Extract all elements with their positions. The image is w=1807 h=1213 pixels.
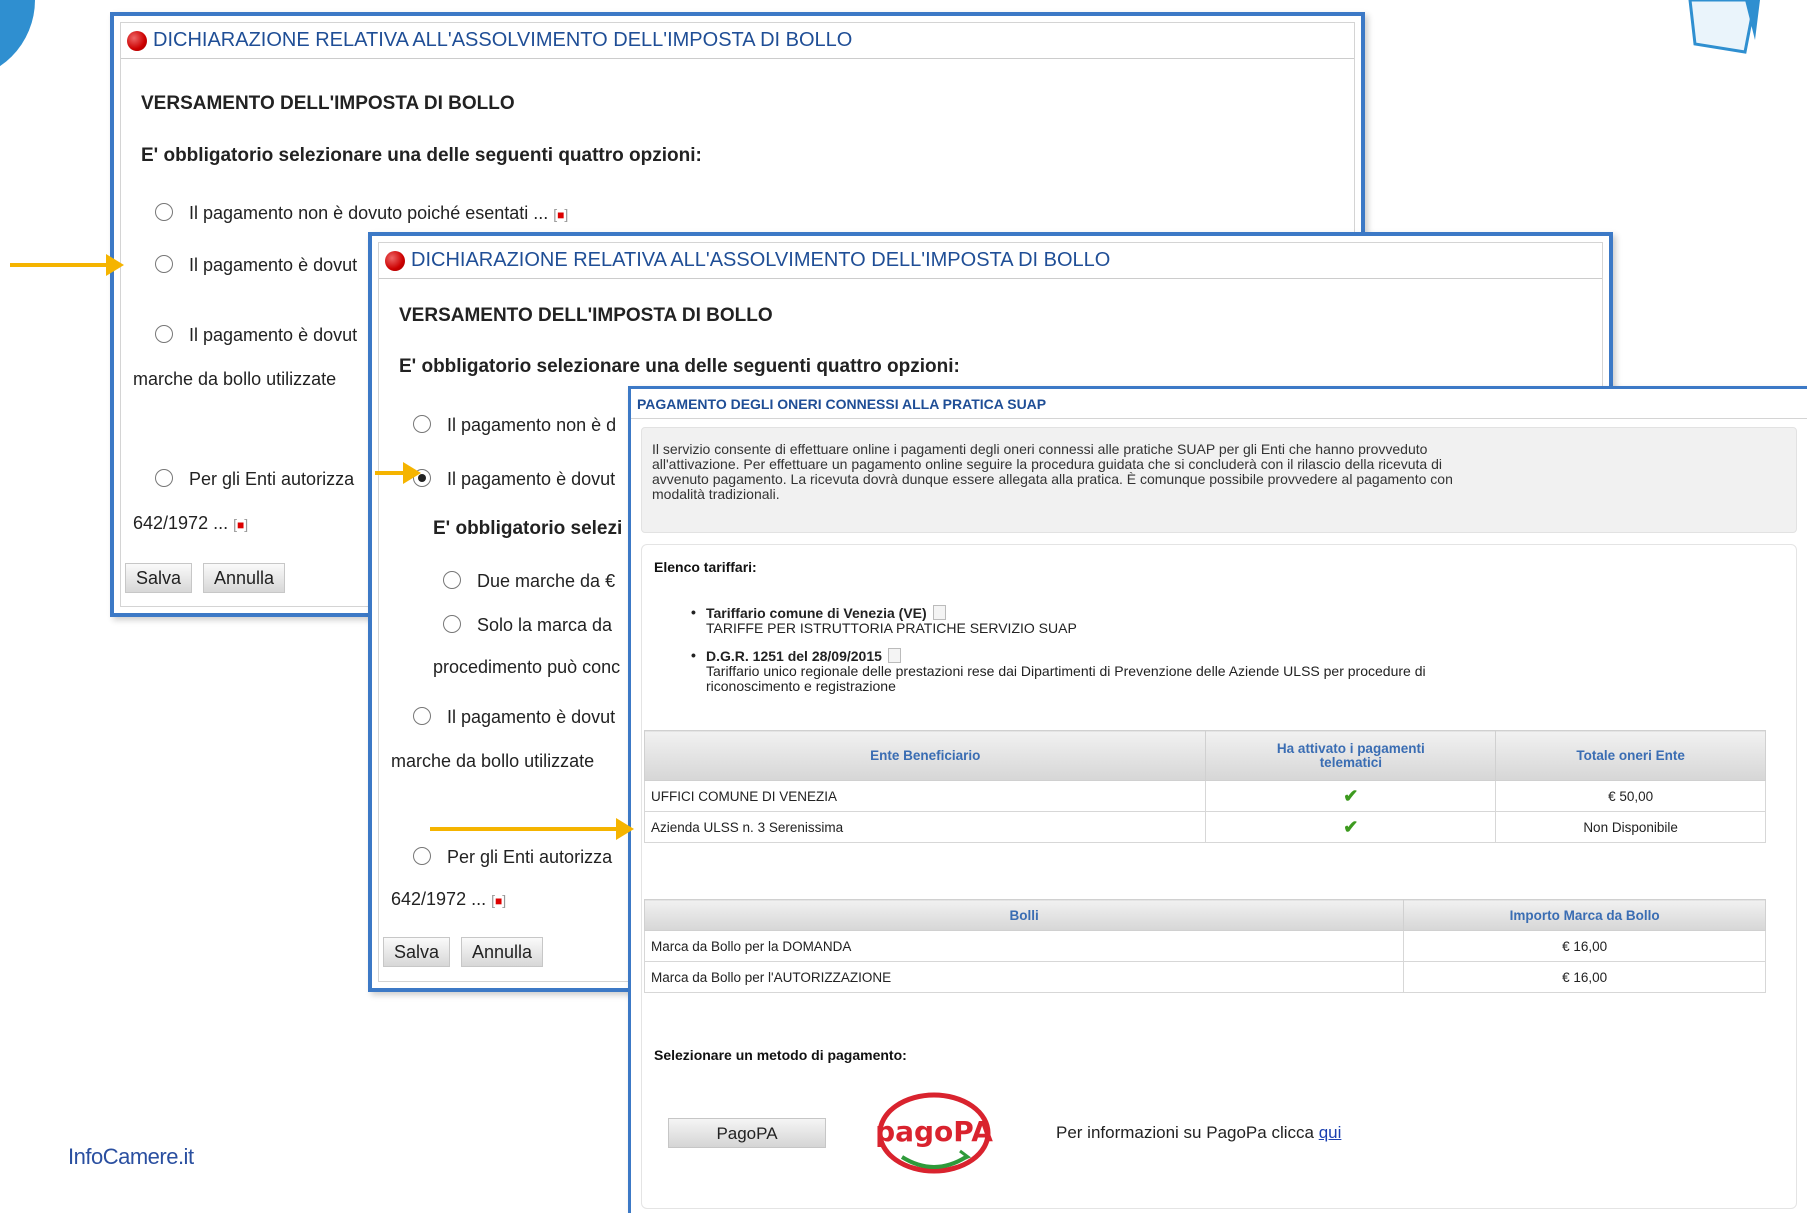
totale-cell: Non Disponibile	[1495, 811, 1766, 843]
save-button[interactable]: Salva	[125, 563, 193, 593]
option-label-3: Il pagamento è dovut	[447, 707, 616, 727]
status-dot-icon	[127, 30, 147, 51]
option-radio-4[interactable]	[413, 847, 431, 865]
table-header-row: Ente Beneficiario Ha attivato i pagament…	[643, 730, 1766, 781]
law-reference: 642/1972 ... [■]	[133, 513, 249, 533]
arrow-pointer-2	[375, 462, 421, 484]
bollo-cell: Marca da Bollo per la DOMANDA	[643, 930, 1405, 962]
elenco-label: Elenco tariffari:	[654, 559, 757, 575]
marche-text: marche da bollo utilizzate	[391, 751, 595, 771]
check-icon: ✔	[1205, 780, 1497, 812]
col-ente: Ente Beneficiario	[643, 730, 1207, 781]
intro-line-3: avvenuto pagamento. La ricevuta dovrà du…	[652, 471, 1453, 487]
bolli-table: Bolli Importo Marca da Bollo Marca da Bo…	[643, 899, 1766, 993]
sub-option-label-2: Solo la marca da	[477, 615, 613, 635]
table-header-row: Bolli Importo Marca da Bollo	[643, 899, 1766, 931]
option-label-4: Per gli Enti autorizza	[189, 469, 355, 489]
col-totale: Totale oneri Ente	[1495, 730, 1766, 781]
folder-icon	[1688, 0, 1760, 54]
sub-instruction: E' obbligatorio selezi	[433, 518, 623, 539]
check-icon: ✔	[1205, 811, 1497, 843]
option-label-1: Il pagamento non è d	[447, 415, 617, 435]
panel-header-text: DICHIARAZIONE RELATIVA ALL'ASSOLVIMENTO …	[411, 249, 1111, 271]
option-label-2: Il pagamento è dovut	[447, 469, 616, 489]
document-icon[interactable]	[932, 605, 946, 620]
table-row: Marca da Bollo per l'AUTORIZZAZIONE € 16…	[643, 961, 1766, 993]
procedimento-text: procedimento può conc	[433, 657, 621, 677]
option-radio-1[interactable]	[413, 415, 431, 433]
instruction-text: E' obbligatorio selezionare una delle se…	[141, 145, 702, 166]
intro-box: Il servizio consente di effettuare onlin…	[641, 427, 1797, 533]
cancel-button[interactable]: Annulla	[461, 937, 544, 967]
intro-line-2: all'attivazione. Per effettuare un pagam…	[652, 456, 1443, 472]
arrow-pointer-3	[430, 818, 634, 840]
col-importo: Importo Marca da Bollo	[1403, 899, 1766, 931]
panel-header-text: DICHIARAZIONE RELATIVA ALL'ASSOLVIMENTO …	[153, 29, 853, 51]
option-label-3: Il pagamento è dovut	[189, 325, 358, 345]
sub-option-label-1: Due marche da €	[477, 571, 616, 591]
marche-text: marche da bollo utilizzate	[133, 369, 337, 389]
ente-cell: UFFICI COMUNE DI VENEZIA	[643, 780, 1207, 812]
intro-line-1: Il servizio consente di effettuare onlin…	[652, 441, 1428, 457]
option-label-4: Per gli Enti autorizza	[447, 847, 613, 867]
ente-cell: Azienda ULSS n. 3 Serenissima	[643, 811, 1207, 843]
option-radio-3[interactable]	[413, 707, 431, 725]
save-button[interactable]: Salva	[383, 937, 451, 967]
instruction-text: E' obbligatorio selezionare una delle se…	[399, 356, 960, 377]
tariff-title-2[interactable]: D.G.R. 1251 del 28/09/2015	[706, 648, 882, 664]
arrow-pointer-1	[10, 254, 124, 276]
required-marker-icon: [■]	[233, 516, 249, 532]
payment-method-label: Selezionare un metodo di pagamento:	[654, 1047, 907, 1063]
totale-cell: € 50,00	[1495, 780, 1766, 812]
importo-cell: € 16,00	[1403, 930, 1766, 962]
pagopa-logo: pagoPA	[875, 1092, 993, 1174]
sub-option-radio-2[interactable]	[443, 615, 461, 633]
table-row: UFFICI COMUNE DI VENEZIA ✔ € 50,00	[643, 780, 1766, 812]
option-radio-3[interactable]	[155, 325, 173, 343]
footer-brand: InfoCamere.it	[68, 1144, 194, 1169]
tariff-item-2: • D.G.R. 1251 del 28/09/2015 Tariffario …	[691, 647, 1426, 694]
cancel-button[interactable]: Annulla	[203, 563, 286, 593]
tariff-item-1: • Tariffario comune di Venezia (VE) TARI…	[691, 604, 1077, 636]
suap-payment-panel: PAGAMENTO DEGLI ONERI CONNESSI ALLA PRAT…	[628, 386, 1807, 1213]
document-icon[interactable]	[887, 648, 901, 663]
option-label-1: Il pagamento non è dovuto poiché esentat…	[189, 203, 569, 223]
col-bolli: Bolli	[643, 899, 1405, 931]
table-row: Marca da Bollo per la DOMANDA € 16,00	[643, 930, 1766, 962]
panel-header: DICHIARAZIONE RELATIVA ALL'ASSOLVIMENTO …	[121, 23, 1354, 59]
option-radio-1[interactable]	[155, 203, 173, 221]
law-reference: 642/1972 ... [■]	[391, 889, 507, 909]
bollo-cell: Marca da Bollo per l'AUTORIZZAZIONE	[643, 961, 1405, 993]
importo-cell: € 16,00	[1403, 961, 1766, 993]
panel-header: DICHIARAZIONE RELATIVA ALL'ASSOLVIMENTO …	[379, 243, 1602, 279]
col-attivato: Ha attivato i pagamenti telematici	[1205, 730, 1497, 781]
tariff-title-1[interactable]: Tariffario comune di Venezia (VE)	[706, 605, 927, 621]
svg-text:pagoPA: pagoPA	[875, 1115, 993, 1148]
enti-table: Ente Beneficiario Ha attivato i pagament…	[643, 730, 1766, 843]
option-label-2: Il pagamento è dovut	[189, 255, 358, 275]
pagopa-button[interactable]: PagoPA	[668, 1118, 826, 1148]
status-dot-icon	[385, 250, 405, 271]
intro-line-4: modalità tradizionali.	[652, 486, 780, 502]
tariff-desc-2: Tariffario unico regionale delle prestaz…	[706, 663, 1426, 679]
pagopa-info: Per informazioni su PagoPa clicca qui	[1056, 1123, 1342, 1142]
option-radio-2[interactable]	[155, 255, 173, 273]
table-row: Azienda ULSS n. 3 Serenissima ✔ Non Disp…	[643, 811, 1766, 843]
tariffs-section: Elenco tariffari: • Tariffario comune di…	[641, 544, 1797, 1209]
tariff-desc-2b: riconoscimento e registrazione	[706, 678, 896, 694]
section-title: VERSAMENTO DELL'IMPOSTA DI BOLLO	[141, 93, 515, 114]
info-link[interactable]: qui	[1319, 1123, 1342, 1142]
required-marker-icon: [■]	[491, 892, 507, 908]
section-title: VERSAMENTO DELL'IMPOSTA DI BOLLO	[399, 305, 773, 326]
required-marker-icon: [■]	[553, 206, 569, 222]
tariff-desc-1: TARIFFE PER ISTRUTTORIA PRATICHE SERVIZI…	[706, 620, 1077, 636]
corner-decoration	[0, 0, 35, 80]
sub-option-radio-1[interactable]	[443, 571, 461, 589]
panel-title: PAGAMENTO DEGLI ONERI CONNESSI ALLA PRAT…	[631, 389, 1807, 419]
option-radio-4[interactable]	[155, 469, 173, 487]
